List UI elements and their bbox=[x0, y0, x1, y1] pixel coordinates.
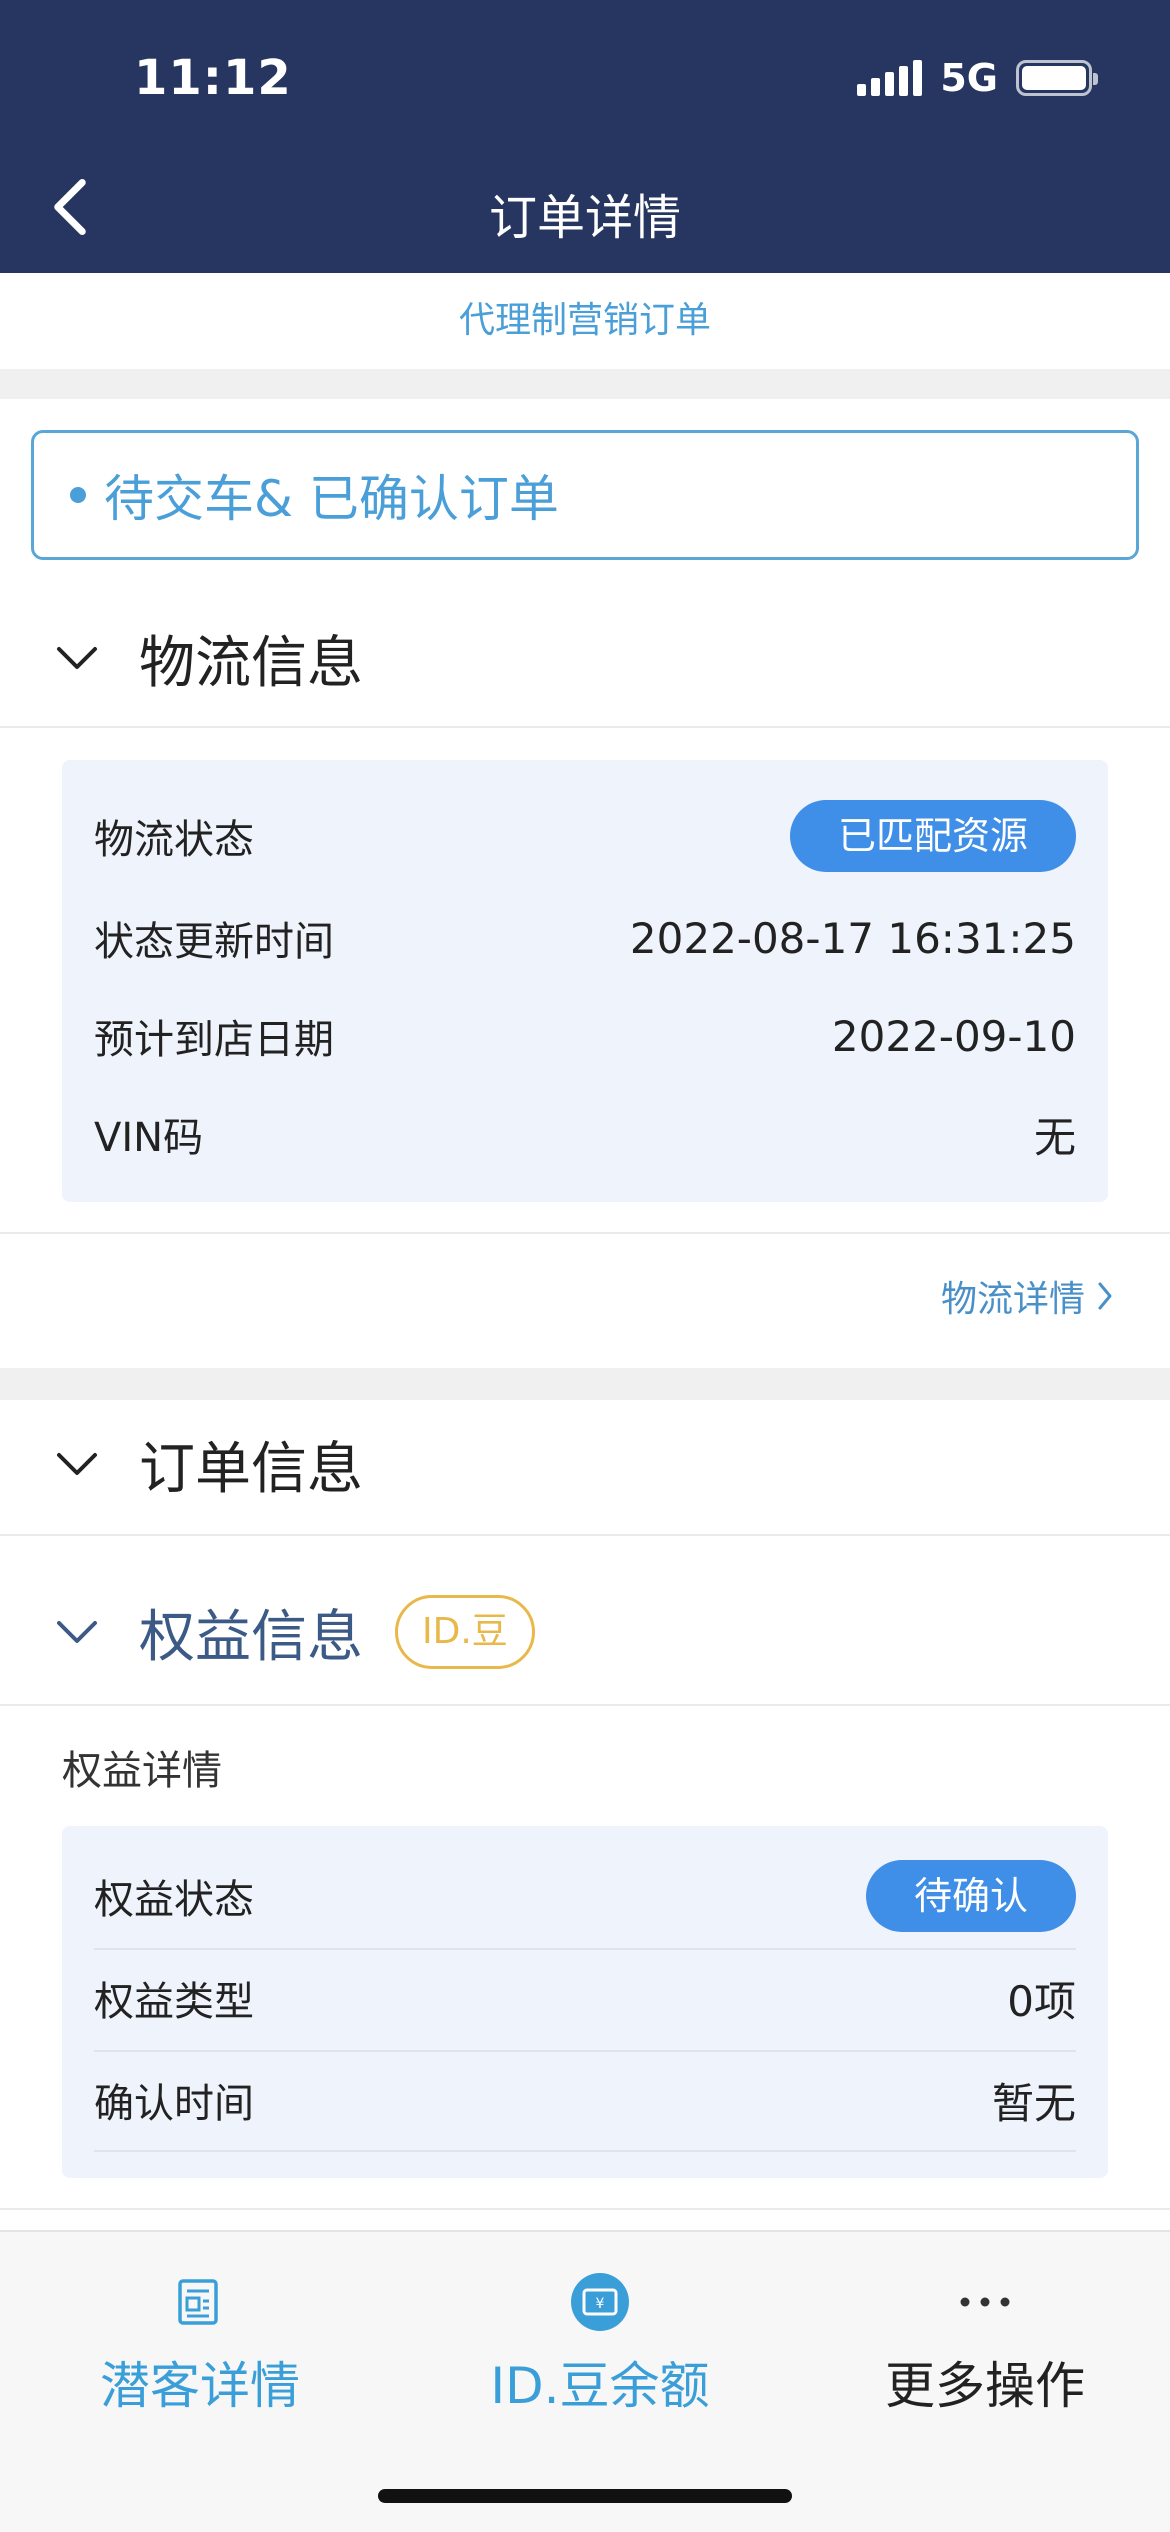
row-label: 预计到店日期 bbox=[94, 1017, 334, 1063]
divider bbox=[0, 1534, 1170, 1536]
tab-label: 潜客详情 bbox=[100, 2357, 300, 2415]
confirm-time-row: 确认时间 暂无 bbox=[94, 2060, 1076, 2140]
app-header: 11:12 5G 订单详情 bbox=[0, 0, 1170, 273]
row-divider bbox=[94, 2050, 1076, 2052]
row-label: VIN码 bbox=[94, 1115, 204, 1161]
row-divider bbox=[94, 2150, 1076, 2152]
svg-text:¥: ¥ bbox=[596, 2296, 605, 2312]
arrival-date-row: 预计到店日期 2022-09-10 bbox=[94, 998, 1076, 1074]
benefit-type-row: 权益类型 0项 bbox=[94, 1958, 1076, 2038]
row-value: 无 bbox=[1033, 1112, 1076, 1162]
bottom-action-bar: 潜客详情 ¥ ID.豆余额 更多操作 bbox=[0, 2230, 1170, 2532]
benefits-section-header[interactable]: 权益信息 ID.豆 bbox=[0, 1572, 1170, 1692]
row-value: 2022-08-17 16:31:25 bbox=[629, 913, 1076, 963]
tab-prospect-detail[interactable]: 潜客详情 bbox=[90, 2272, 310, 2418]
row-value: 0项 bbox=[1007, 1976, 1076, 2026]
logistics-section-title: 物流信息 bbox=[139, 630, 363, 696]
order-status-box: 待交车& 已确认订单 bbox=[31, 430, 1139, 560]
row-label: 确认时间 bbox=[94, 2081, 254, 2127]
logistics-section-header[interactable]: 物流信息 bbox=[0, 598, 1170, 718]
update-time-row: 状态更新时间 2022-08-17 16:31:25 bbox=[94, 900, 1076, 976]
divider bbox=[0, 726, 1170, 728]
logistics-info-card: 物流状态 已匹配资源 状态更新时间 2022-08-17 16:31:25 预计… bbox=[62, 760, 1108, 1202]
more-icon bbox=[960, 2297, 1010, 2307]
section-gap bbox=[0, 369, 1170, 399]
row-value: 暂无 bbox=[991, 2078, 1076, 2128]
logistics-detail-label: 物流详情 bbox=[940, 1279, 1085, 1320]
tab-id-bean-balance[interactable]: ¥ ID.豆余额 bbox=[470, 2272, 730, 2418]
divider bbox=[0, 2208, 1170, 2210]
benefits-section-title: 权益信息 bbox=[139, 1604, 363, 1670]
status-indicators: 5G bbox=[857, 56, 1098, 100]
id-bean-badge: ID.豆 bbox=[395, 1595, 535, 1669]
status-time: 11:12 bbox=[134, 50, 292, 106]
benefit-status-row: 权益状态 待确认 bbox=[94, 1856, 1076, 1936]
signal-icon bbox=[857, 60, 923, 96]
status-dot-icon bbox=[70, 487, 86, 503]
chevron-down-icon bbox=[57, 1453, 97, 1475]
status-badge: 待确认 bbox=[865, 1860, 1076, 1932]
row-divider bbox=[94, 1948, 1076, 1950]
chevron-down-icon bbox=[57, 1621, 97, 1643]
logistics-detail-link[interactable]: 物流详情 bbox=[941, 1270, 1115, 1322]
row-value: 2022-09-10 bbox=[831, 1011, 1076, 1061]
order-status-text: 待交车& 已确认订单 bbox=[104, 470, 559, 528]
order-info-section-title: 订单信息 bbox=[139, 1436, 363, 1502]
chevron-down-icon bbox=[57, 647, 97, 669]
battery-icon bbox=[1016, 60, 1098, 96]
logistics-status-row: 物流状态 已匹配资源 bbox=[94, 798, 1076, 874]
benefit-detail-title: 权益详情 bbox=[62, 1748, 222, 1794]
order-type-label: 代理制营销订单 bbox=[0, 273, 1170, 369]
row-label: 物流状态 bbox=[94, 817, 254, 863]
coupon-icon: ¥ bbox=[571, 2273, 629, 2331]
divider bbox=[0, 1704, 1170, 1706]
row-label: 权益类型 bbox=[94, 1979, 254, 2025]
row-label: 状态更新时间 bbox=[94, 919, 334, 965]
status-badge: 已匹配资源 bbox=[789, 800, 1076, 872]
vin-row: VIN码 无 bbox=[94, 1096, 1076, 1172]
chevron-right-icon bbox=[1098, 1282, 1112, 1310]
order-info-section-header[interactable]: 订单信息 bbox=[0, 1404, 1170, 1524]
section-gap bbox=[0, 1368, 1170, 1400]
divider bbox=[0, 1232, 1170, 1234]
row-label: 权益状态 bbox=[94, 1877, 254, 1923]
tab-label: 更多操作 bbox=[885, 2357, 1085, 2415]
tab-more-actions[interactable]: 更多操作 bbox=[870, 2272, 1100, 2418]
page-title: 订单详情 bbox=[488, 190, 681, 246]
home-indicator[interactable] bbox=[378, 2489, 792, 2503]
document-icon bbox=[178, 2279, 218, 2325]
tab-label: ID.豆余额 bbox=[490, 2357, 710, 2415]
benefit-info-card: 权益状态 待确认 权益类型 0项 确认时间 暂无 bbox=[62, 1826, 1108, 2178]
network-type: 5G bbox=[940, 56, 998, 100]
